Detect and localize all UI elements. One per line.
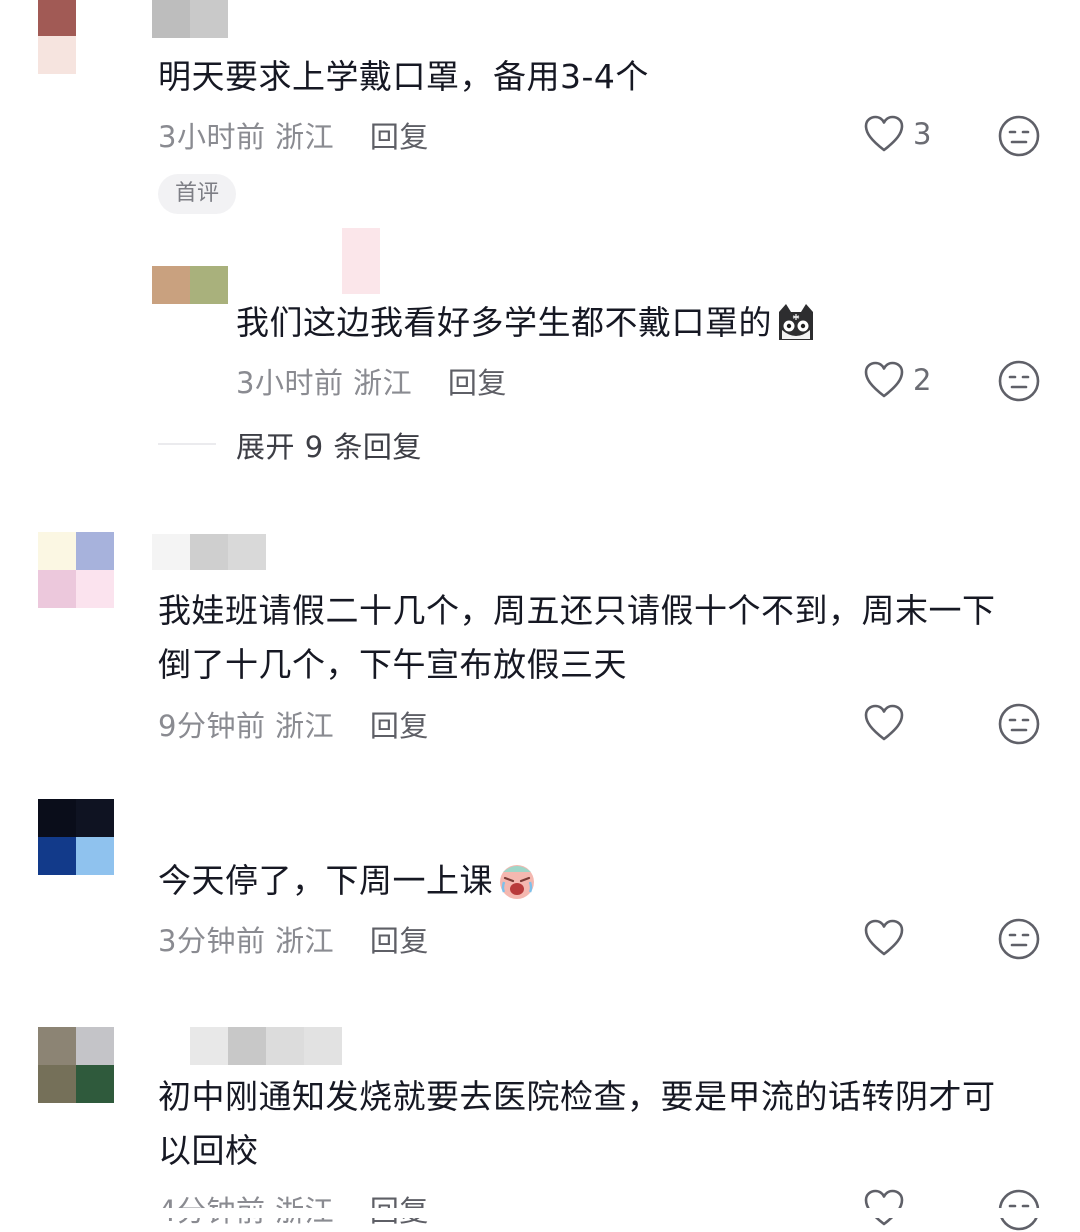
avatar-cell: [38, 0, 76, 36]
avatar-cell: [76, 36, 114, 74]
avatar-cell: [38, 570, 76, 608]
username-blurred[interactable]: [190, 1027, 342, 1065]
comment-location: 浙江: [353, 366, 413, 400]
reply-text: 我们这边我看好多学生都不戴口罩的: [236, 296, 818, 350]
reply-button[interactable]: 回复: [448, 366, 507, 400]
cat-face-icon: [779, 304, 813, 340]
avatar-cell: [76, 1027, 114, 1065]
avatar-cell: [76, 1065, 114, 1103]
like-count: 3: [913, 117, 932, 151]
heart-outline-icon: [864, 704, 904, 741]
name-mosaic-cell: [190, 534, 228, 570]
heart-outline-icon: [864, 919, 904, 956]
comment-meta: 3小时前 浙江 回复: [158, 114, 429, 156]
comment-location: 浙江: [275, 120, 335, 154]
heart-outline-icon: [864, 361, 904, 398]
reply-avatar[interactable]: [152, 266, 228, 304]
name-mosaic-cell: [304, 1027, 342, 1065]
comment-location: 浙江: [275, 709, 335, 743]
avatar-cell: [76, 570, 114, 608]
name-mosaic-cell: [190, 0, 228, 38]
avatar-cell: [76, 799, 114, 837]
comment-time: 3小时前: [236, 366, 344, 400]
neutral-face-icon[interactable]: [997, 917, 1041, 961]
avatar-cell: [38, 532, 76, 570]
reply-button[interactable]: 回复: [370, 709, 429, 743]
comment-meta: 3分钟前 浙江 回复: [158, 918, 429, 960]
bottom-edge: [0, 1208, 1080, 1218]
avatar-cell: [38, 799, 76, 837]
first-comment-badge: 首评: [158, 174, 236, 214]
comment-text: 今天停了，下周一上课: [158, 854, 539, 908]
comment-time: 3分钟前: [158, 924, 266, 958]
avatar[interactable]: [38, 1027, 114, 1103]
like-count: 2: [913, 363, 932, 397]
like-button[interactable]: [863, 703, 905, 743]
avatar[interactable]: [38, 532, 114, 608]
avatar-cell: [76, 532, 114, 570]
name-mosaic-cell: [266, 1027, 304, 1065]
comment-text-line: 我娃班请假二十几个，周五还只请假十个不到，周末一下: [158, 591, 996, 630]
reply-text-body: 我们这边我看好多学生都不戴口罩的: [236, 303, 772, 342]
avatar[interactable]: [38, 0, 114, 74]
heart-outline-icon: [864, 115, 904, 152]
expand-replies-button[interactable]: 展开 9 条回复: [236, 424, 422, 466]
like-button[interactable]: 3: [863, 114, 931, 154]
name-mosaic-cell: [190, 1027, 228, 1065]
avatar-cell: [190, 266, 228, 304]
reply-button[interactable]: 回复: [370, 120, 429, 154]
reply-button[interactable]: 回复: [370, 924, 429, 958]
avatar-cell: [38, 36, 76, 74]
neutral-face-icon[interactable]: [997, 359, 1041, 403]
neutral-face-icon[interactable]: [997, 114, 1041, 158]
neutral-face-icon[interactable]: [997, 702, 1041, 746]
like-button[interactable]: [863, 918, 905, 958]
name-mosaic-cell: [152, 0, 190, 38]
name-mosaic-cell: [228, 534, 266, 570]
name-mosaic-cell: [152, 534, 190, 570]
comment-text-line: 倒了十几个，下午宣布放假三天: [158, 645, 627, 684]
like-button[interactable]: 2: [863, 360, 931, 400]
avatar[interactable]: [38, 799, 114, 875]
comment-time: 9分钟前: [158, 709, 266, 743]
decorative-blur: [342, 228, 380, 294]
comment-text: 我娃班请假二十几个，周五还只请假十个不到，周末一下 倒了十几个，下午宣布放假三天: [158, 584, 996, 692]
avatar-cell: [38, 1027, 76, 1065]
crying-face-icon: [500, 865, 534, 899]
comment-text-line: 以回校: [158, 1131, 259, 1170]
comment-time: 3小时前: [158, 120, 266, 154]
avatar-cell: [76, 0, 114, 36]
expand-divider: [158, 443, 216, 445]
avatar-cell: [152, 266, 190, 304]
comment-meta: 9分钟前 浙江 回复: [158, 703, 429, 745]
avatar-cell: [38, 837, 76, 875]
avatar-cell: [76, 837, 114, 875]
comment-text: 明天要求上学戴口罩，备用3-4个: [158, 57, 649, 96]
comment-text-body: 今天停了，下周一上课: [158, 861, 493, 900]
name-mosaic-cell: [228, 1027, 266, 1065]
username-blurred[interactable]: [152, 0, 228, 38]
reply-meta: 3小时前 浙江 回复: [236, 360, 507, 402]
avatar-cell: [38, 1065, 76, 1103]
username-blurred[interactable]: [152, 534, 266, 570]
comment-text: 初中刚通知发烧就要去医院检查，要是甲流的话转阴才可 以回校: [158, 1070, 996, 1178]
comment-text-line: 初中刚通知发烧就要去医院检查，要是甲流的话转阴才可: [158, 1077, 996, 1116]
comment-location: 浙江: [275, 924, 335, 958]
